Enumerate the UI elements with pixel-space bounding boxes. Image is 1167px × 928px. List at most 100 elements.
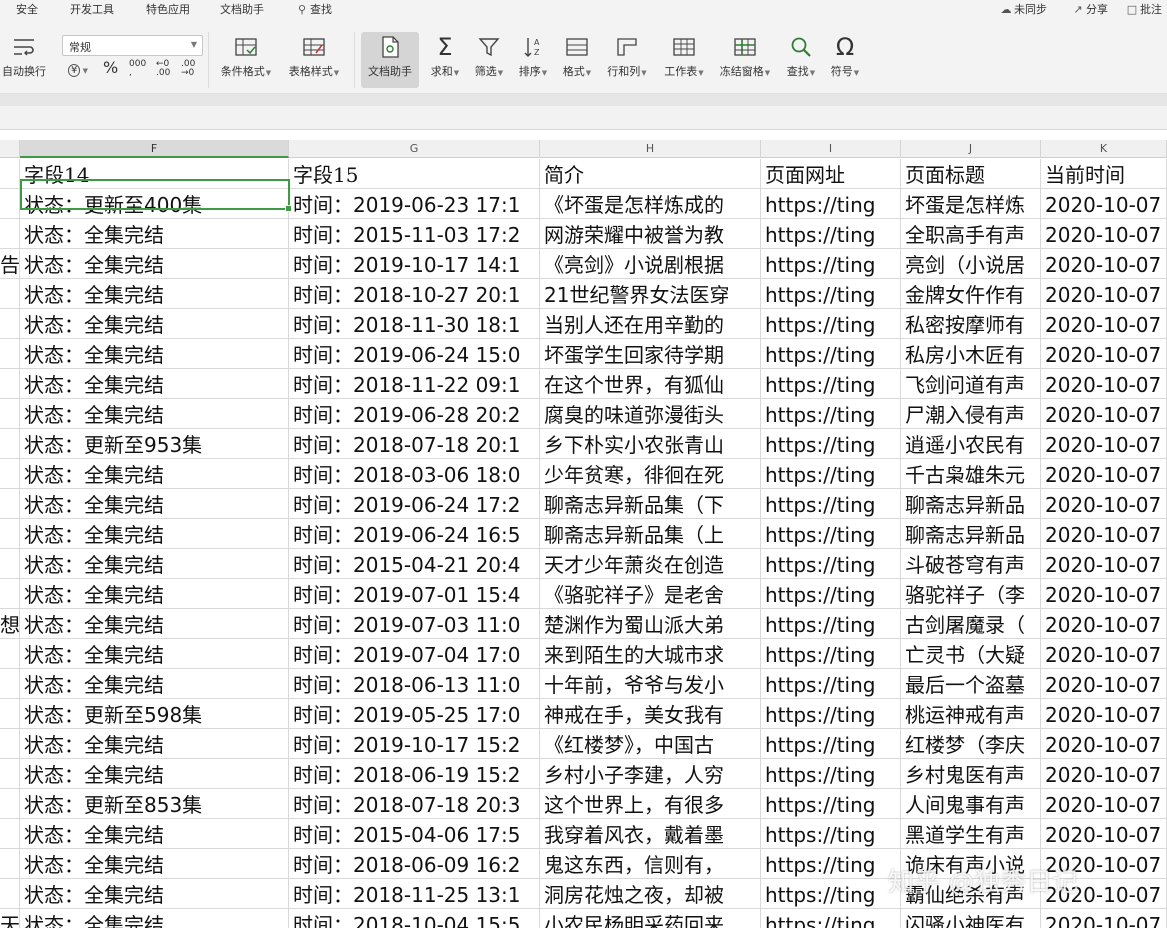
time-cell[interactable]: 时间：2019-07-04 17:0: [289, 639, 540, 669]
url-cell[interactable]: https://ting: [761, 639, 901, 669]
intro-cell[interactable]: 坏蛋学生回家待学期: [540, 339, 761, 369]
page-title-cell[interactable]: 古剑屠魔录（: [901, 609, 1041, 639]
time-cell[interactable]: 时间：2019-10-17 14:1: [289, 249, 540, 279]
row-edge-cell[interactable]: [0, 189, 20, 219]
time-cell[interactable]: 时间：2019-10-17 15:2: [289, 729, 540, 759]
url-cell[interactable]: https://ting: [761, 729, 901, 759]
status-cell[interactable]: 状态：更新至598集: [20, 699, 289, 729]
row-edge-cell[interactable]: [0, 549, 20, 579]
current-time-cell[interactable]: 2020-10-07: [1041, 669, 1167, 699]
current-time-cell[interactable]: 2020-10-07: [1041, 819, 1167, 849]
share-button[interactable]: ↗ 分享: [1072, 1, 1108, 17]
current-time-cell[interactable]: 2020-10-07: [1041, 429, 1167, 459]
intro-cell[interactable]: 少年贫寒，徘徊在死: [540, 459, 761, 489]
comment-button[interactable]: □ 批注: [1126, 1, 1162, 17]
url-cell[interactable]: https://ting: [761, 849, 901, 879]
row-edge-cell[interactable]: [0, 489, 20, 519]
current-time-cell[interactable]: 2020-10-07: [1041, 879, 1167, 909]
status-cell[interactable]: 状态：更新至853集: [20, 789, 289, 819]
url-cell[interactable]: https://ting: [761, 669, 901, 699]
row-edge-cell[interactable]: [0, 669, 20, 699]
current-time-cell[interactable]: 2020-10-07: [1041, 759, 1167, 789]
url-cell[interactable]: https://ting: [761, 759, 901, 789]
status-cell[interactable]: 状态：全集完结: [20, 459, 289, 489]
current-time-cell[interactable]: 2020-10-07: [1041, 549, 1167, 579]
intro-cell[interactable]: 《红楼梦》，中国古: [540, 729, 761, 759]
status-cell[interactable]: 状态：全集完结: [20, 579, 289, 609]
current-time-cell[interactable]: 2020-10-07: [1041, 609, 1167, 639]
url-cell[interactable]: https://ting: [761, 339, 901, 369]
page-title-cell[interactable]: 诡床有声小说: [901, 849, 1041, 879]
column-header-j[interactable]: J: [901, 140, 1041, 158]
row-edge-cell[interactable]: [0, 219, 20, 249]
current-time-cell[interactable]: 2020-10-07: [1041, 399, 1167, 429]
url-cell[interactable]: https://ting: [761, 489, 901, 519]
intro-cell[interactable]: 小农民杨明采药回来: [540, 909, 761, 928]
current-time-cell[interactable]: 2020-10-07: [1041, 489, 1167, 519]
url-cell[interactable]: https://ting: [761, 579, 901, 609]
status-cell[interactable]: 状态：全集完结: [20, 339, 289, 369]
header-cell[interactable]: 字段14: [20, 159, 289, 189]
url-cell[interactable]: https://ting: [761, 279, 901, 309]
number-format-select[interactable]: 常规 ▼: [62, 35, 203, 56]
status-cell[interactable]: 状态：全集完结: [20, 219, 289, 249]
header-cell[interactable]: 简介: [540, 159, 761, 189]
page-title-cell[interactable]: 乡村鬼医有声: [901, 759, 1041, 789]
symbol-button[interactable]: Ω 符号▼: [826, 32, 864, 88]
time-cell[interactable]: 时间：2018-06-13 11:0: [289, 669, 540, 699]
time-cell[interactable]: 时间：2019-06-24 16:5: [289, 519, 540, 549]
intro-cell[interactable]: 乡下朴实小农张青山: [540, 429, 761, 459]
row-edge-cell[interactable]: [0, 429, 20, 459]
current-time-cell[interactable]: 2020-10-07: [1041, 459, 1167, 489]
time-cell[interactable]: 时间：2019-06-24 17:2: [289, 489, 540, 519]
page-title-cell[interactable]: 亮剑（小说居: [901, 249, 1041, 279]
row-edge-cell[interactable]: 想: [0, 609, 20, 639]
row-edge-cell[interactable]: [0, 789, 20, 819]
current-time-cell[interactable]: 2020-10-07: [1041, 699, 1167, 729]
url-cell[interactable]: https://ting: [761, 879, 901, 909]
time-cell[interactable]: 时间：2015-11-03 17:2: [289, 219, 540, 249]
intro-cell[interactable]: 来到陌生的大城市求: [540, 639, 761, 669]
status-cell[interactable]: 状态：全集完结: [20, 279, 289, 309]
status-cell[interactable]: 状态：全集完结: [20, 489, 289, 519]
currency-format-button[interactable]: ¥ ▼: [68, 62, 88, 77]
intro-cell[interactable]: 《坏蛋是怎样炼成的: [540, 189, 761, 219]
row-edge-cell[interactable]: [0, 309, 20, 339]
row-edge-cell[interactable]: [0, 729, 20, 759]
page-title-cell[interactable]: 斗破苍穹有声: [901, 549, 1041, 579]
status-cell[interactable]: 状态：全集完结: [20, 909, 289, 928]
url-cell[interactable]: https://ting: [761, 789, 901, 819]
intro-cell[interactable]: 神戒在手，美女我有: [540, 699, 761, 729]
intro-cell[interactable]: 这个世界上，有很多: [540, 789, 761, 819]
status-cell[interactable]: 状态：全集完结: [20, 309, 289, 339]
find-button[interactable]: 查找▼: [782, 32, 820, 88]
intro-cell[interactable]: 天才少年萧炎在创造: [540, 549, 761, 579]
intro-cell[interactable]: 聊斋志异新品集（上: [540, 519, 761, 549]
status-cell[interactable]: 状态：全集完结: [20, 609, 289, 639]
row-edge-cell[interactable]: [0, 459, 20, 489]
percent-format-button[interactable]: %: [103, 58, 118, 77]
page-title-cell[interactable]: 闪骚小神医有: [901, 909, 1041, 928]
status-cell[interactable]: 状态：更新至953集: [20, 429, 289, 459]
page-title-cell[interactable]: 人间鬼事有声: [901, 789, 1041, 819]
intro-cell[interactable]: 21世纪警界女法医穿: [540, 279, 761, 309]
time-cell[interactable]: 时间：2018-06-09 16:2: [289, 849, 540, 879]
row-edge-cell[interactable]: [0, 759, 20, 789]
intro-cell[interactable]: 鬼这东西，信则有，: [540, 849, 761, 879]
rows-cols-button[interactable]: 行和列▼: [602, 32, 652, 88]
time-cell[interactable]: 时间：2015-04-06 17:5: [289, 819, 540, 849]
page-title-cell[interactable]: 飞剑问道有声: [901, 369, 1041, 399]
menu-search[interactable]: ⚲ 查找: [296, 1, 332, 17]
column-header-i[interactable]: I: [761, 140, 901, 158]
page-title-cell[interactable]: 霸仙绝杀有声: [901, 879, 1041, 909]
page-title-cell[interactable]: 坏蛋是怎样炼: [901, 189, 1041, 219]
filter-button[interactable]: 筛选▼: [470, 32, 508, 88]
intro-cell[interactable]: 我穿着风衣，戴着墨: [540, 819, 761, 849]
row-edge-cell[interactable]: [0, 399, 20, 429]
url-cell[interactable]: https://ting: [761, 369, 901, 399]
worksheet-button[interactable]: 工作表▼: [658, 32, 710, 88]
header-cell[interactable]: 字段15: [289, 159, 540, 189]
url-cell[interactable]: https://ting: [761, 519, 901, 549]
row-edge-cell[interactable]: [0, 369, 20, 399]
formula-bar[interactable]: [0, 106, 1167, 130]
